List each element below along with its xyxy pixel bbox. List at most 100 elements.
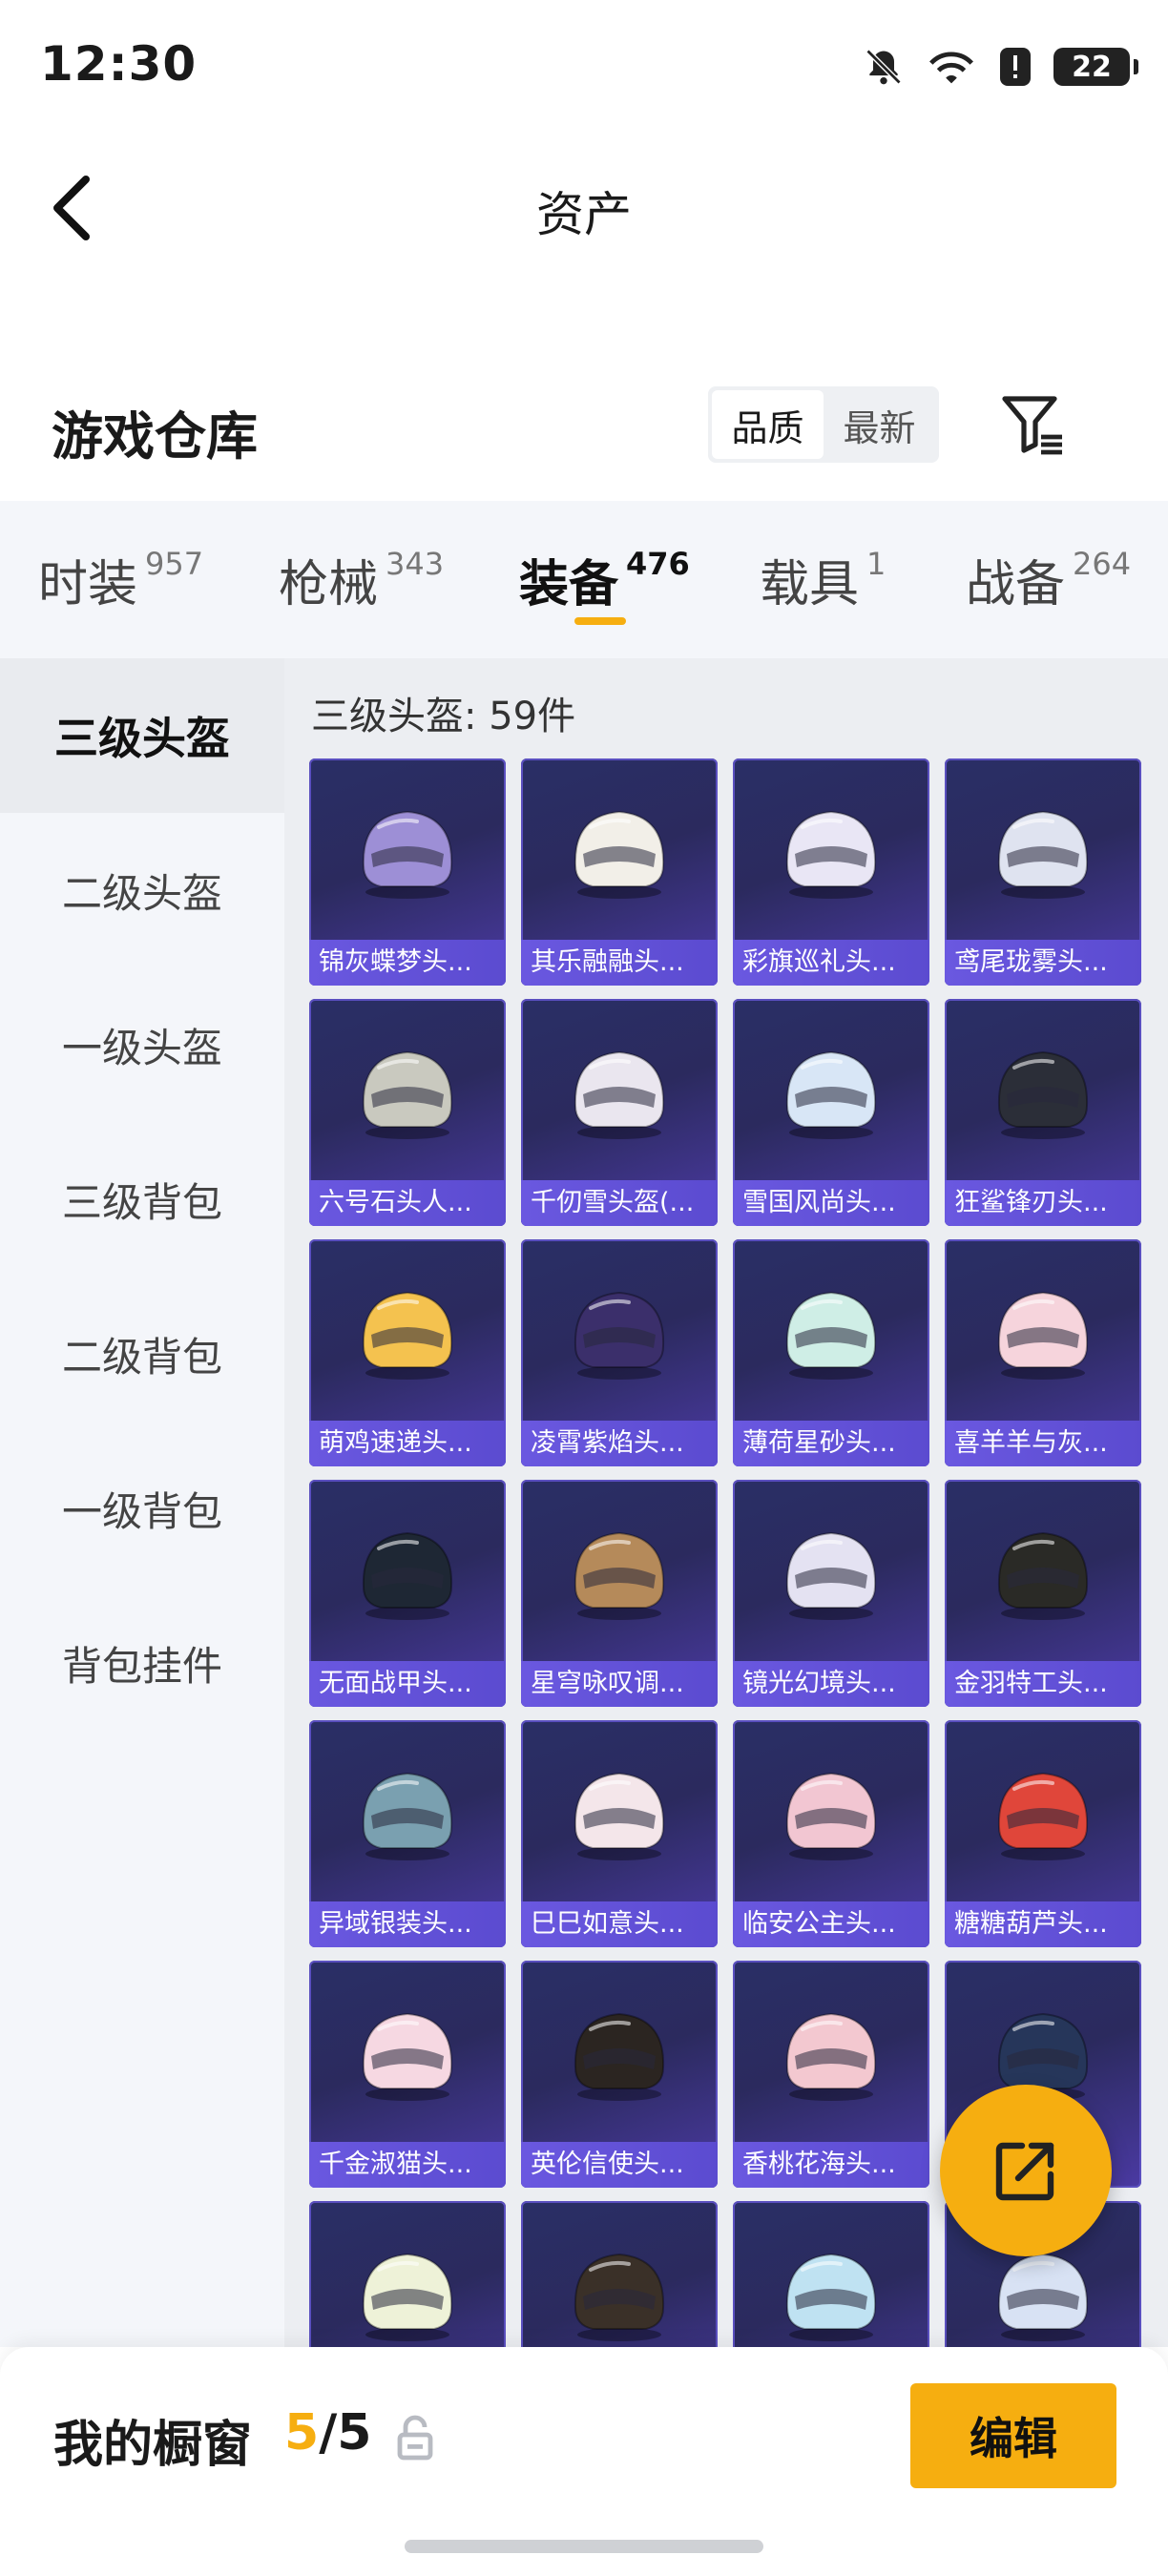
item-card-label: 喜羊羊与灰... <box>945 1421 1141 1466</box>
sort-toggle: 品质 最新 <box>708 386 939 463</box>
item-card-label: 彩旗巡礼头... <box>733 940 929 986</box>
item-card[interactable]: 千仞雪头盔(... <box>521 999 718 1226</box>
bell-off-icon <box>863 46 905 88</box>
item-card-label: 无面战甲头... <box>309 1661 506 1707</box>
item-card[interactable] <box>733 2201 929 2347</box>
tab-equipment[interactable]: 装备 476 <box>519 544 690 615</box>
item-card[interactable]: 巳巳如意头... <box>521 1720 718 1947</box>
status-time: 12:30 <box>40 36 198 92</box>
helmet-icon <box>350 1760 465 1865</box>
helmet-icon <box>986 1279 1100 1384</box>
item-card-label: 香桃花海头... <box>733 2142 929 2188</box>
helmet-icon <box>562 1760 677 1865</box>
tab-label: 枪械 <box>279 556 379 613</box>
helmet-icon <box>562 1279 677 1384</box>
tab-vehicles[interactable]: 载具 1 <box>760 544 886 615</box>
item-card[interactable]: 英伦信使头... <box>521 1961 718 2188</box>
helmet-icon <box>774 1760 888 1865</box>
subcategory-sidebar: 三级头盔 二级头盔 一级头盔 三级背包 二级背包 一级背包 背包挂件 <box>0 658 284 2347</box>
sidebar-item-level1-helmet[interactable]: 一级头盔 <box>0 967 284 1122</box>
sidebar-item-level3-backpack[interactable]: 三级背包 <box>0 1122 284 1277</box>
helmet-icon <box>774 1039 888 1144</box>
helmet-icon <box>350 2001 465 2106</box>
tab-count: 957 <box>145 546 204 582</box>
item-card[interactable]: 异域银装头... <box>309 1720 506 1947</box>
helmet-icon <box>350 2241 465 2346</box>
item-card-label: 千仞雪头盔(... <box>521 1180 718 1226</box>
sidebar-item-level3-helmet[interactable]: 三级头盔 <box>0 658 284 813</box>
tab-combat-gear[interactable]: 战备 264 <box>966 544 1131 615</box>
filter-icon <box>1002 396 1062 455</box>
tab-weapons[interactable]: 枪械 343 <box>279 544 444 615</box>
item-card-label: 临安公主头... <box>733 1901 929 1947</box>
sidebar-item-level2-helmet[interactable]: 二级头盔 <box>0 813 284 967</box>
item-card-label: 锦灰蝶梦头... <box>309 940 506 986</box>
filter-button[interactable] <box>994 386 1071 463</box>
item-card[interactable]: 临安公主头... <box>733 1720 929 1947</box>
item-card[interactable]: 糖糖葫芦头... <box>945 1720 1141 1947</box>
tab-label: 战备 <box>966 556 1066 613</box>
tab-label: 时装 <box>38 556 138 613</box>
battery-indicator: 22 <box>1053 48 1138 86</box>
edit-button[interactable]: 编辑 <box>910 2383 1116 2488</box>
item-card[interactable]: 凌霄紫焰头... <box>521 1239 718 1466</box>
item-card[interactable]: 锦灰蝶梦头... <box>309 758 506 986</box>
item-card[interactable]: 香桃花海头... <box>733 1961 929 2188</box>
tab-fashion[interactable]: 时装 957 <box>38 544 203 615</box>
item-card[interactable]: 鸢尾珑雾头... <box>945 758 1141 986</box>
item-card-label: 六号石头人... <box>309 1180 506 1226</box>
nav-bar: 资产 <box>0 143 1168 267</box>
item-card-label: 星穹咏叹调... <box>521 1661 718 1707</box>
item-card[interactable] <box>521 2201 718 2347</box>
helmet-icon <box>350 1279 465 1384</box>
warehouse-title: 游戏仓库 <box>52 406 258 467</box>
home-indicator <box>405 2540 763 2553</box>
share-fab-button[interactable] <box>940 2085 1112 2256</box>
item-card[interactable]: 其乐融融头... <box>521 758 718 986</box>
sort-latest-button[interactable]: 最新 <box>824 390 935 459</box>
sort-quality-button[interactable]: 品质 <box>712 390 824 459</box>
item-card[interactable] <box>309 2201 506 2347</box>
item-card[interactable]: 萌鸡速递头... <box>309 1239 506 1466</box>
helmet-icon <box>562 1039 677 1144</box>
item-card[interactable]: 彩旗巡礼头... <box>733 758 929 986</box>
showcase-total-count: 5 <box>337 2404 372 2462</box>
item-card[interactable]: 喜羊羊与灰... <box>945 1239 1141 1466</box>
category-tabs: 时装 957 枪械 343 装备 476 载具 1 战备 264 <box>0 501 1168 658</box>
item-card-label: 薄荷星砂头... <box>733 1421 929 1466</box>
showcase-count: 5/5 <box>284 2404 371 2462</box>
item-card-label: 萌鸡速递头... <box>309 1421 506 1466</box>
helmet-icon <box>562 1520 677 1625</box>
item-card-label: 鸢尾珑雾头... <box>945 940 1141 986</box>
sidebar-item-level2-backpack[interactable]: 二级背包 <box>0 1277 284 1431</box>
helmet-icon <box>986 1760 1100 1865</box>
item-card[interactable]: 狂鲨锋刃头... <box>945 999 1141 1226</box>
item-card[interactable]: 薄荷星砂头... <box>733 1239 929 1466</box>
item-card-label: 雪国风尚头... <box>733 1180 929 1226</box>
helmet-icon <box>774 2001 888 2106</box>
item-card[interactable]: 千金淑猫头... <box>309 1961 506 2188</box>
item-card-label: 异域银装头... <box>309 1901 506 1947</box>
tab-count: 264 <box>1073 546 1132 582</box>
item-card[interactable]: 星穹咏叹调... <box>521 1480 718 1707</box>
item-card-label: 千金淑猫头... <box>309 2142 506 2188</box>
helmet-icon <box>986 1520 1100 1625</box>
item-card-label: 其乐融融头... <box>521 940 718 986</box>
item-card[interactable]: 无面战甲头... <box>309 1480 506 1707</box>
warehouse-header: 游戏仓库 品质 最新 <box>0 377 1168 472</box>
item-card-label: 金羽特工头... <box>945 1661 1141 1707</box>
tab-label: 装备 <box>519 556 619 613</box>
tab-label: 载具 <box>760 556 860 613</box>
lock-icon <box>396 2414 434 2462</box>
item-card[interactable]: 六号石头人... <box>309 999 506 1226</box>
alert-icon <box>998 46 1032 88</box>
sidebar-item-backpack-pendant[interactable]: 背包挂件 <box>0 1586 284 1740</box>
showcase-count-separator: / <box>319 2404 338 2462</box>
item-card[interactable]: 金羽特工头... <box>945 1480 1141 1707</box>
item-card[interactable]: 雪国风尚头... <box>733 999 929 1226</box>
item-card[interactable]: 镜光幻境头... <box>733 1480 929 1707</box>
showcase-label: 我的橱窗 <box>53 2417 253 2474</box>
sidebar-item-level1-backpack[interactable]: 一级背包 <box>0 1431 284 1586</box>
item-card-label: 凌霄紫焰头... <box>521 1421 718 1466</box>
tab-count: 1 <box>866 546 886 582</box>
